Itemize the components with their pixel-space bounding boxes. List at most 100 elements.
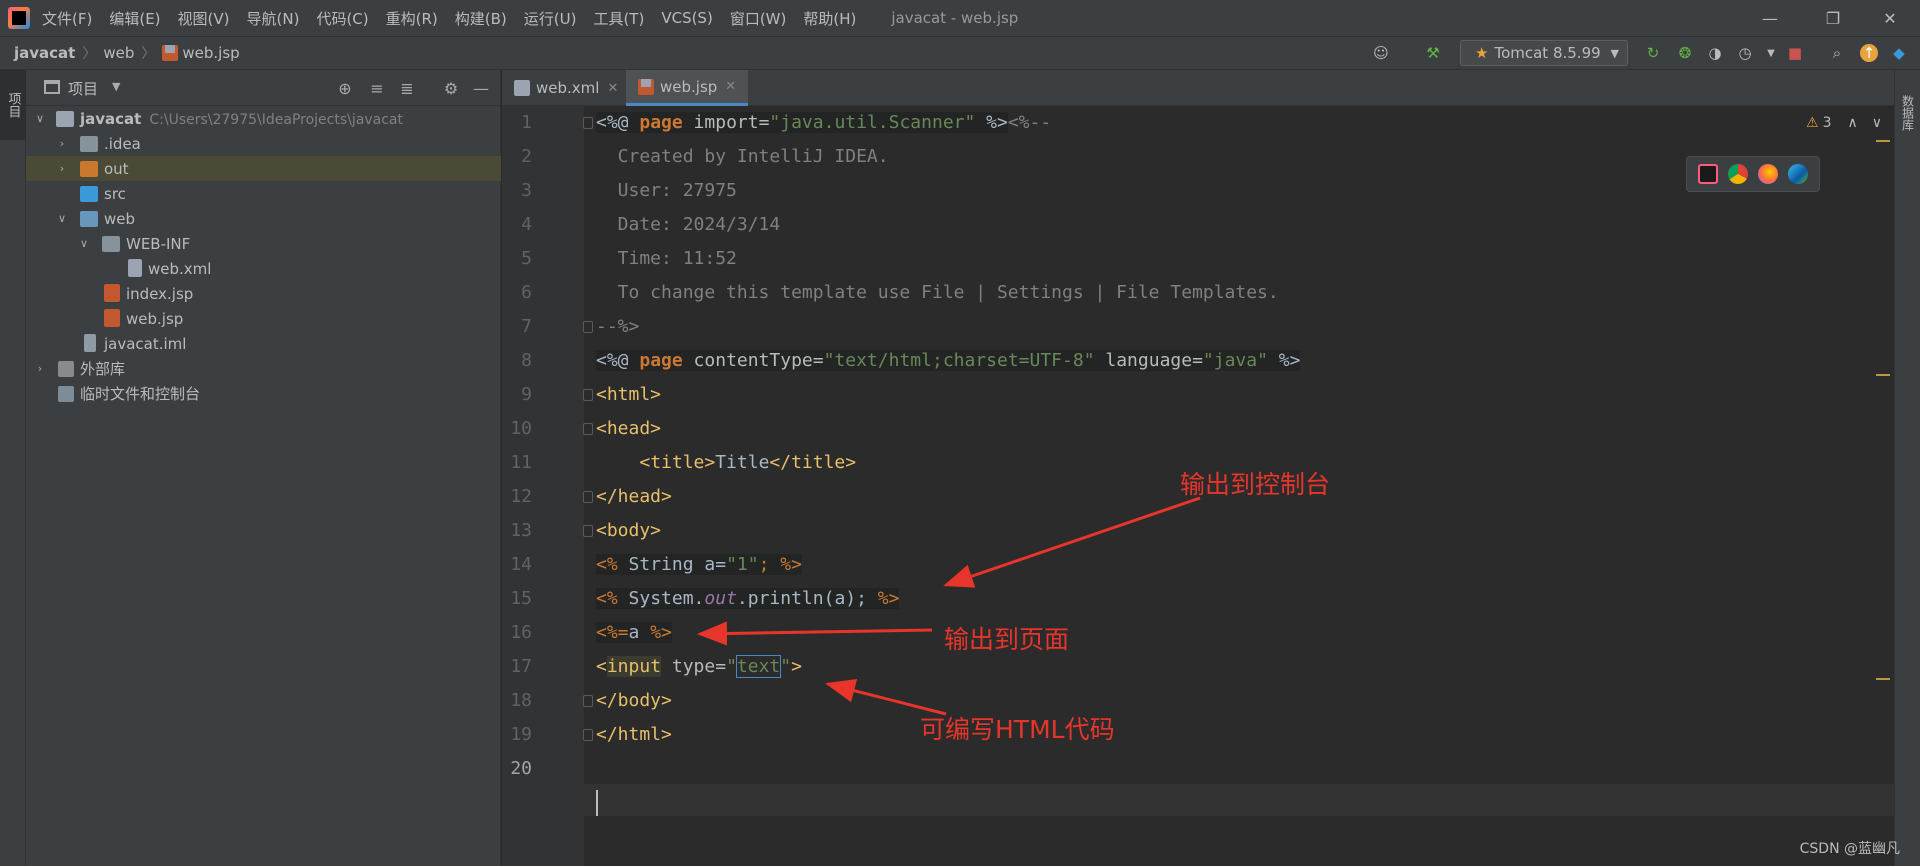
menu-file[interactable]: 文件(F) — [42, 8, 92, 29]
chevron-right-icon[interactable]: › — [56, 137, 68, 150]
scroll-marker[interactable] — [1876, 140, 1890, 142]
tree-item-web[interactable]: ∨ web — [26, 206, 501, 231]
menu-vcs[interactable]: VCS(S) — [661, 9, 712, 27]
code-token: ; — [758, 554, 781, 575]
menu-build[interactable]: 构建(B) — [455, 8, 507, 29]
code-line-18: </body> — [583, 684, 672, 718]
coverage-icon[interactable]: ◑ — [1706, 44, 1724, 62]
update-icon[interactable]: ↑ — [1860, 44, 1878, 62]
minimize-icon[interactable]: — — [1740, 0, 1800, 36]
code-token: %> — [650, 622, 672, 643]
tree-item-webjsp[interactable]: web.jsp — [26, 306, 501, 331]
scroll-marker[interactable] — [1876, 374, 1890, 376]
project-tool-tab[interactable]: 项目 — [0, 70, 26, 140]
project-panel-title[interactable]: 项目 — [68, 78, 98, 99]
menu-run[interactable]: 运行(U) — [524, 8, 577, 29]
chevron-down-icon[interactable]: ∨ — [56, 212, 68, 225]
text-caret — [596, 790, 598, 816]
chevron-down-icon[interactable]: ∨ — [78, 237, 90, 250]
navigation-bar: javacat 〉 web 〉 web.jsp — [0, 36, 1920, 70]
stop-icon[interactable]: ■ — [1786, 44, 1804, 62]
code-token: > — [791, 656, 802, 677]
fold-icon[interactable] — [583, 729, 593, 741]
tree-item-iml[interactable]: javacat.iml — [26, 331, 501, 356]
edge-icon[interactable] — [1788, 164, 1808, 184]
chrome-icon[interactable] — [1728, 164, 1748, 184]
code-token: System. — [617, 588, 705, 609]
rerun-icon[interactable]: ↻ — [1644, 44, 1662, 62]
tree-item-out[interactable]: › out — [26, 156, 501, 181]
project-tree: ∨ javacat C:\Users\27975\IdeaProjects\jav… — [26, 106, 501, 406]
line-number: 7 — [521, 316, 532, 337]
tree-item-webxml[interactable]: web.xml — [26, 256, 501, 281]
tab-web-jsp[interactable]: web.jsp ✕ — [626, 70, 748, 106]
close-icon[interactable]: ✕ — [1860, 0, 1920, 36]
fold-icon[interactable] — [583, 491, 593, 503]
chevron-down-icon[interactable]: ▼ — [112, 80, 120, 93]
code-token: .println(a); — [736, 588, 878, 609]
code-line-7: --%> — [583, 310, 639, 344]
fold-icon[interactable] — [583, 117, 593, 129]
locate-icon[interactable]: ⊕ — [336, 79, 354, 98]
xml-file-icon — [514, 80, 530, 96]
tree-item-src[interactable]: src — [26, 181, 501, 206]
database-tool-tab[interactable]: 数据库 — [1895, 78, 1920, 148]
close-tab-icon[interactable]: ✕ — [725, 79, 736, 94]
menu-view[interactable]: 视图(V) — [178, 8, 230, 29]
intellij-browser-icon[interactable] — [1698, 164, 1718, 184]
tree-item-idea[interactable]: › .idea — [26, 131, 501, 156]
fold-icon[interactable] — [583, 695, 593, 707]
menu-refactor[interactable]: 重构(R) — [386, 8, 438, 29]
collapse-all-icon[interactable]: ≣ — [398, 79, 416, 98]
code-token: <%-- — [1007, 112, 1052, 133]
gear-icon[interactable]: ⚙ — [442, 79, 460, 98]
build-hammer-icon[interactable]: ⚒ — [1424, 44, 1442, 62]
jsp-file-icon — [104, 309, 120, 327]
tree-item-libs[interactable]: › 外部库 — [26, 356, 501, 381]
menu-edit[interactable]: 编辑(E) — [109, 8, 160, 29]
chevron-down-icon[interactable]: ∨ — [1872, 115, 1882, 131]
chevron-up-icon[interactable]: ∧ — [1847, 115, 1857, 131]
tree-item-root[interactable]: ∨ javacat C:\Users\27975\IdeaProjects\jav… — [26, 106, 501, 131]
code-line-5: Time: 11:52 — [596, 248, 737, 269]
breadcrumb-project[interactable]: javacat — [14, 44, 75, 62]
menu-code[interactable]: 代码(C) — [316, 8, 368, 29]
fold-icon[interactable] — [583, 525, 593, 537]
tree-item-scratch[interactable]: 临时文件和控制台 — [26, 381, 501, 406]
run-config-selector[interactable]: ★ Tomcat 8.5.99 ▼ — [1460, 40, 1628, 66]
window-title: javacat - web.jsp — [891, 9, 1019, 27]
tree-item-webinf[interactable]: ∨ WEB-INF — [26, 231, 501, 256]
code-line-9: <html> — [583, 378, 661, 412]
chevron-right-icon: 〉 — [82, 46, 97, 62]
firefox-icon[interactable] — [1758, 164, 1778, 184]
breadcrumb-folder[interactable]: web — [103, 44, 134, 62]
code-token: out — [704, 588, 737, 609]
fold-icon[interactable] — [583, 389, 593, 401]
search-icon[interactable]: ⌕ — [1828, 44, 1846, 62]
tab-web-xml[interactable]: web.xml ✕ — [502, 70, 624, 106]
debug-icon[interactable]: ❂ — [1676, 44, 1694, 62]
breadcrumb-file[interactable]: web.jsp — [182, 44, 239, 62]
chevron-right-icon[interactable]: › — [34, 362, 46, 375]
profile-icon[interactable]: ◷ — [1736, 44, 1754, 62]
chevron-right-icon[interactable]: › — [56, 162, 68, 175]
warnings-indicator[interactable]: ⚠ 3 ∧ ∨ — [1806, 115, 1882, 131]
menu-help[interactable]: 帮助(H) — [803, 8, 856, 29]
menu-navigate[interactable]: 导航(N) — [247, 8, 300, 29]
menu-window[interactable]: 窗口(W) — [730, 8, 787, 29]
user-icon[interactable]: ☺ — [1372, 44, 1390, 62]
tree-item-indexjsp[interactable]: index.jsp — [26, 281, 501, 306]
fold-icon[interactable] — [583, 423, 593, 435]
restore-icon[interactable]: ❐ — [1803, 0, 1863, 36]
fold-icon[interactable] — [583, 321, 593, 333]
expand-all-icon[interactable]: ≡ — [368, 79, 386, 98]
more-run-options-icon[interactable]: ▼ — [1762, 44, 1780, 62]
code-token: "text/html;charset=UTF-8" — [823, 350, 1095, 371]
close-tab-icon[interactable]: ✕ — [607, 81, 618, 96]
scroll-marker[interactable] — [1876, 678, 1890, 680]
menu-tools[interactable]: 工具(T) — [593, 8, 644, 29]
plugin-icon[interactable]: ◆ — [1890, 44, 1908, 62]
hide-panel-icon[interactable]: — — [472, 79, 490, 98]
tree-label-root: javacat — [80, 109, 142, 128]
chevron-down-icon[interactable]: ∨ — [34, 112, 46, 125]
